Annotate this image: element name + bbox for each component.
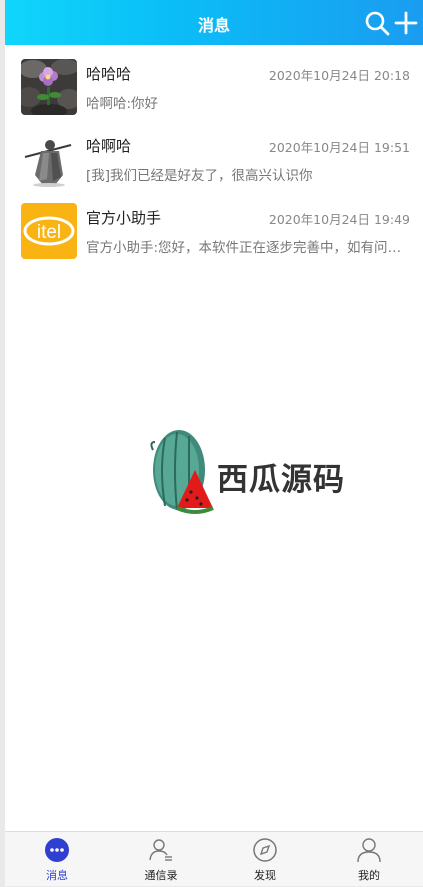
search-icon[interactable] [364, 10, 390, 36]
tab-messages[interactable]: 消息 [5, 832, 109, 887]
tab-label: 消息 [46, 869, 68, 882]
flower-photo-avatar [21, 59, 77, 115]
message-preview: 官方小助手:您好，本软件正在逐步完善中，如有问题请反馈 [86, 240, 408, 256]
message-time: 2020年10月24日 19:51 [268, 140, 410, 155]
svg-text:itel: itel [37, 222, 61, 243]
watermelon-logo-icon [150, 430, 214, 514]
itel-logo-avatar: itel [21, 203, 77, 259]
tab-discover[interactable]: 发现 [213, 832, 317, 887]
message-preview: [我]我们已经是好友了，很高兴认识你 [86, 168, 313, 184]
tab-label: 发现 [254, 869, 276, 882]
top-bar: 消息 [5, 0, 423, 45]
contact-name: 官方小助手 [86, 209, 162, 227]
avatar [21, 59, 77, 115]
tab-contacts[interactable]: 通信录 [109, 832, 213, 887]
tab-label: 通信录 [144, 869, 178, 882]
app-screen: 消息 哈哈哈 2020年10月24日 20:18 哈啊哈:你好 哈啊哈 2020… [5, 0, 423, 886]
conversation-item[interactable]: 哈哈哈 2020年10月24日 20:18 哈啊哈:你好 [5, 45, 423, 117]
message-preview: 哈啊哈:你好 [86, 96, 159, 112]
compass-icon [253, 838, 277, 862]
page-title: 消息 [197, 16, 230, 35]
tab-profile[interactable]: 我的 [317, 832, 421, 887]
tab-label: 我的 [358, 869, 380, 882]
avatar [21, 131, 77, 187]
contacts-icon [149, 839, 172, 861]
avatar: itel [21, 203, 77, 259]
message-time: 2020年10月24日 19:49 [268, 212, 410, 227]
conversation-item[interactable]: 哈啊哈 2020年10月24日 19:51 [我]我们已经是好友了，很高兴认识你 [5, 117, 423, 189]
watermark-text: 西瓜源码 [217, 462, 345, 498]
conversation-item[interactable]: itel 官方小助手 2020年10月24日 19:49 官方小助手:您好，本软… [5, 189, 423, 261]
warrior-figure-avatar [21, 131, 77, 187]
chat-bubble-icon [45, 838, 69, 862]
contact-name: 哈啊哈 [86, 137, 132, 155]
message-time: 2020年10月24日 20:18 [268, 68, 410, 83]
person-icon [357, 838, 381, 863]
contact-name: 哈哈哈 [86, 65, 132, 83]
plus-icon[interactable] [393, 10, 419, 36]
watermark: 西瓜源码 [147, 428, 344, 520]
bottom-tab-bar: 消息 通信录 发现 我的 [5, 831, 423, 886]
